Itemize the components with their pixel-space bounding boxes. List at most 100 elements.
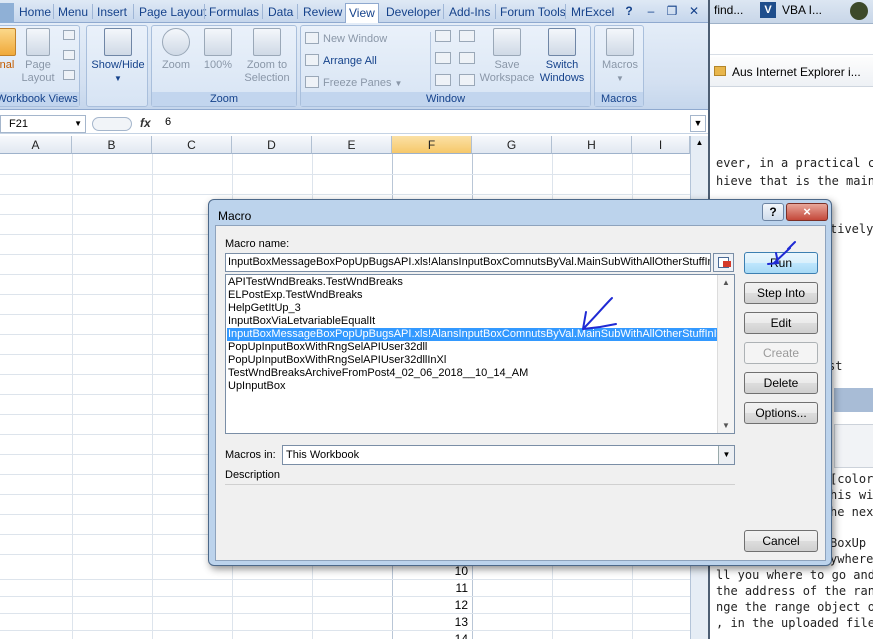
list-item[interactable]: UpInputBox — [227, 380, 719, 393]
list-scrollbar[interactable]: ▲ ▼ — [717, 275, 734, 433]
arrange-all-button[interactable]: Arrange All — [305, 52, 377, 70]
page-break-icon[interactable] — [63, 30, 75, 40]
tab-developer[interactable]: Developer — [383, 3, 444, 23]
delete-button[interactable]: Delete — [744, 372, 818, 394]
column-header-G[interactable]: G — [472, 136, 552, 154]
list-item-selected[interactable]: InputBoxMessageBoxPopUpBugsAPI.xls!Alans… — [227, 328, 720, 341]
folder-icon — [714, 66, 726, 76]
edit-button[interactable]: Edit — [744, 312, 818, 334]
options-button[interactable]: Options... — [744, 402, 818, 424]
page-layout-view-button[interactable]: Page Layout — [21, 28, 55, 85]
tab-forum-tools[interactable]: Forum Tools — [497, 3, 569, 23]
macro-name-input[interactable]: InputBoxMessageBoxPopUpBugsAPI.xls!Alans… — [225, 253, 711, 272]
chevron-down-icon[interactable]: ▼ — [718, 446, 734, 464]
sync-scroll-icon[interactable] — [459, 52, 475, 64]
new-window-button[interactable]: New Window — [305, 30, 387, 48]
cell-value[interactable]: 14 — [432, 632, 472, 639]
tab-data[interactable]: Data — [265, 3, 296, 23]
column-header-D[interactable]: D — [232, 136, 312, 154]
chevron-down-icon[interactable]: ▼ — [74, 116, 82, 132]
normal-view-button[interactable]: nal — [0, 28, 17, 72]
list-item[interactable]: InputBoxViaLetvariableEqualIt — [227, 315, 719, 328]
list-item[interactable]: ELPostExp.TestWndBreaks — [227, 289, 719, 302]
macros-in-select[interactable]: This Workbook ▼ — [282, 445, 735, 465]
tab-add-ins[interactable]: Add-Ins — [446, 3, 493, 23]
list-item[interactable]: TestWndBreaksArchiveFromPost4_02_06_2018… — [227, 367, 719, 380]
macro-name-label: Macro name: — [225, 238, 290, 250]
favorite-link[interactable]: Aus Internet Explorer i... — [732, 65, 861, 79]
freeze-panes-icon — [305, 76, 319, 88]
freeze-panes-button[interactable]: Freeze Panes ▼ — [305, 74, 402, 92]
column-header-I[interactable]: I — [632, 136, 690, 154]
restore-icon[interactable]: ❐ — [661, 3, 683, 20]
reset-window-icon[interactable] — [459, 74, 475, 86]
page-text-line: ever, in a practical codi — [716, 156, 873, 170]
zoom-100-button[interactable]: 100% — [198, 28, 238, 72]
tab-page-layout[interactable]: Page Layout — [136, 3, 209, 23]
tab-view[interactable]: View — [345, 3, 379, 23]
tab-separator — [297, 4, 298, 19]
run-button[interactable]: Run — [744, 252, 818, 274]
switch-windows-button[interactable]: Switch Windows — [535, 28, 589, 85]
scroll-up-icon[interactable]: ▲ — [694, 138, 706, 152]
split-icon[interactable] — [435, 30, 451, 42]
zoom-to-selection-button[interactable]: Zoom to Selection — [240, 28, 294, 85]
list-item[interactable]: PopUpInputBoxWithRngSelAPIUser32dllInXl — [227, 354, 719, 367]
cancel-button[interactable]: Cancel — [744, 530, 818, 552]
tab-home[interactable]: Home — [16, 3, 54, 23]
column-header-A[interactable]: A — [0, 136, 72, 154]
help-button[interactable]: ? — [762, 203, 784, 221]
list-item[interactable]: HelpGetItUp_3 — [227, 302, 719, 315]
expand-formula-bar-icon[interactable]: ▼ — [690, 115, 706, 132]
save-workspace-button[interactable]: Save Workspace — [479, 28, 535, 85]
tab-formulas[interactable]: Formulas — [206, 3, 262, 23]
cell-value[interactable]: 12 — [432, 598, 472, 612]
description-divider — [225, 484, 735, 485]
list-item[interactable]: PopUpInputBoxWithRngSelAPIUser32dll — [227, 341, 719, 354]
formula-input[interactable]: 6 — [165, 116, 171, 128]
formula-bar-expander[interactable] — [92, 117, 132, 131]
column-header-E[interactable]: E — [312, 136, 392, 154]
tab-separator — [133, 4, 134, 19]
help-icon[interactable]: ? — [618, 3, 640, 20]
create-button[interactable]: Create — [744, 342, 818, 364]
full-screen-icon[interactable] — [63, 70, 75, 80]
step-into-button[interactable]: Step Into — [744, 282, 818, 304]
zoom-button[interactable]: Zoom — [156, 28, 196, 72]
scroll-up-icon[interactable]: ▲ — [722, 278, 730, 287]
tab-review[interactable]: Review — [300, 3, 345, 23]
page-layout-label: Page Layout — [21, 59, 55, 84]
close-icon[interactable]: ✕ — [683, 3, 705, 20]
column-header-B[interactable]: B — [72, 136, 152, 154]
minimize-icon[interactable]: – — [640, 3, 662, 20]
cell-value[interactable]: 10 — [432, 564, 472, 578]
unhide-icon[interactable] — [435, 74, 451, 86]
close-button[interactable]: × — [786, 203, 828, 221]
custom-views-icon[interactable] — [63, 50, 75, 60]
list-item[interactable]: APITestWndBreaks.TestWndBreaks — [227, 276, 719, 289]
scroll-down-icon[interactable]: ▼ — [722, 421, 730, 430]
tab-insert[interactable]: Insert — [94, 3, 130, 23]
macro-list[interactable]: APITestWndBreaks.TestWndBreaks ELPostExp… — [225, 274, 735, 434]
macros-button[interactable]: Macros ▼ — [597, 28, 643, 85]
view-side-by-side-icon[interactable] — [459, 30, 475, 42]
browser-tab-find[interactable]: find... — [714, 0, 743, 22]
tab-menu[interactable]: Menu — [55, 3, 91, 23]
address-area — [710, 25, 873, 55]
cell-value[interactable]: 13 — [432, 615, 472, 629]
new-window-icon — [305, 32, 319, 44]
name-box[interactable]: F21 ▼ — [0, 115, 86, 133]
collapse-dialog-button[interactable] — [713, 253, 734, 272]
column-header-C[interactable]: C — [152, 136, 232, 154]
tab-mrexcel[interactable]: MrExcel — [568, 3, 617, 23]
insert-function-icon[interactable]: fx — [140, 116, 151, 130]
hide-icon[interactable] — [435, 52, 451, 64]
show-hide-button[interactable]: Show/Hide ▼ — [89, 28, 147, 85]
group-show-hide: Show/Hide ▼ — [86, 25, 148, 107]
browser-tab-vba[interactable]: VBA I... — [782, 0, 822, 22]
dialog-title: Macro — [218, 209, 252, 223]
cell-value[interactable]: 11 — [432, 581, 472, 595]
column-header-H[interactable]: H — [552, 136, 632, 154]
office-button-edge[interactable] — [0, 3, 14, 23]
column-header-F[interactable]: F — [392, 136, 472, 154]
